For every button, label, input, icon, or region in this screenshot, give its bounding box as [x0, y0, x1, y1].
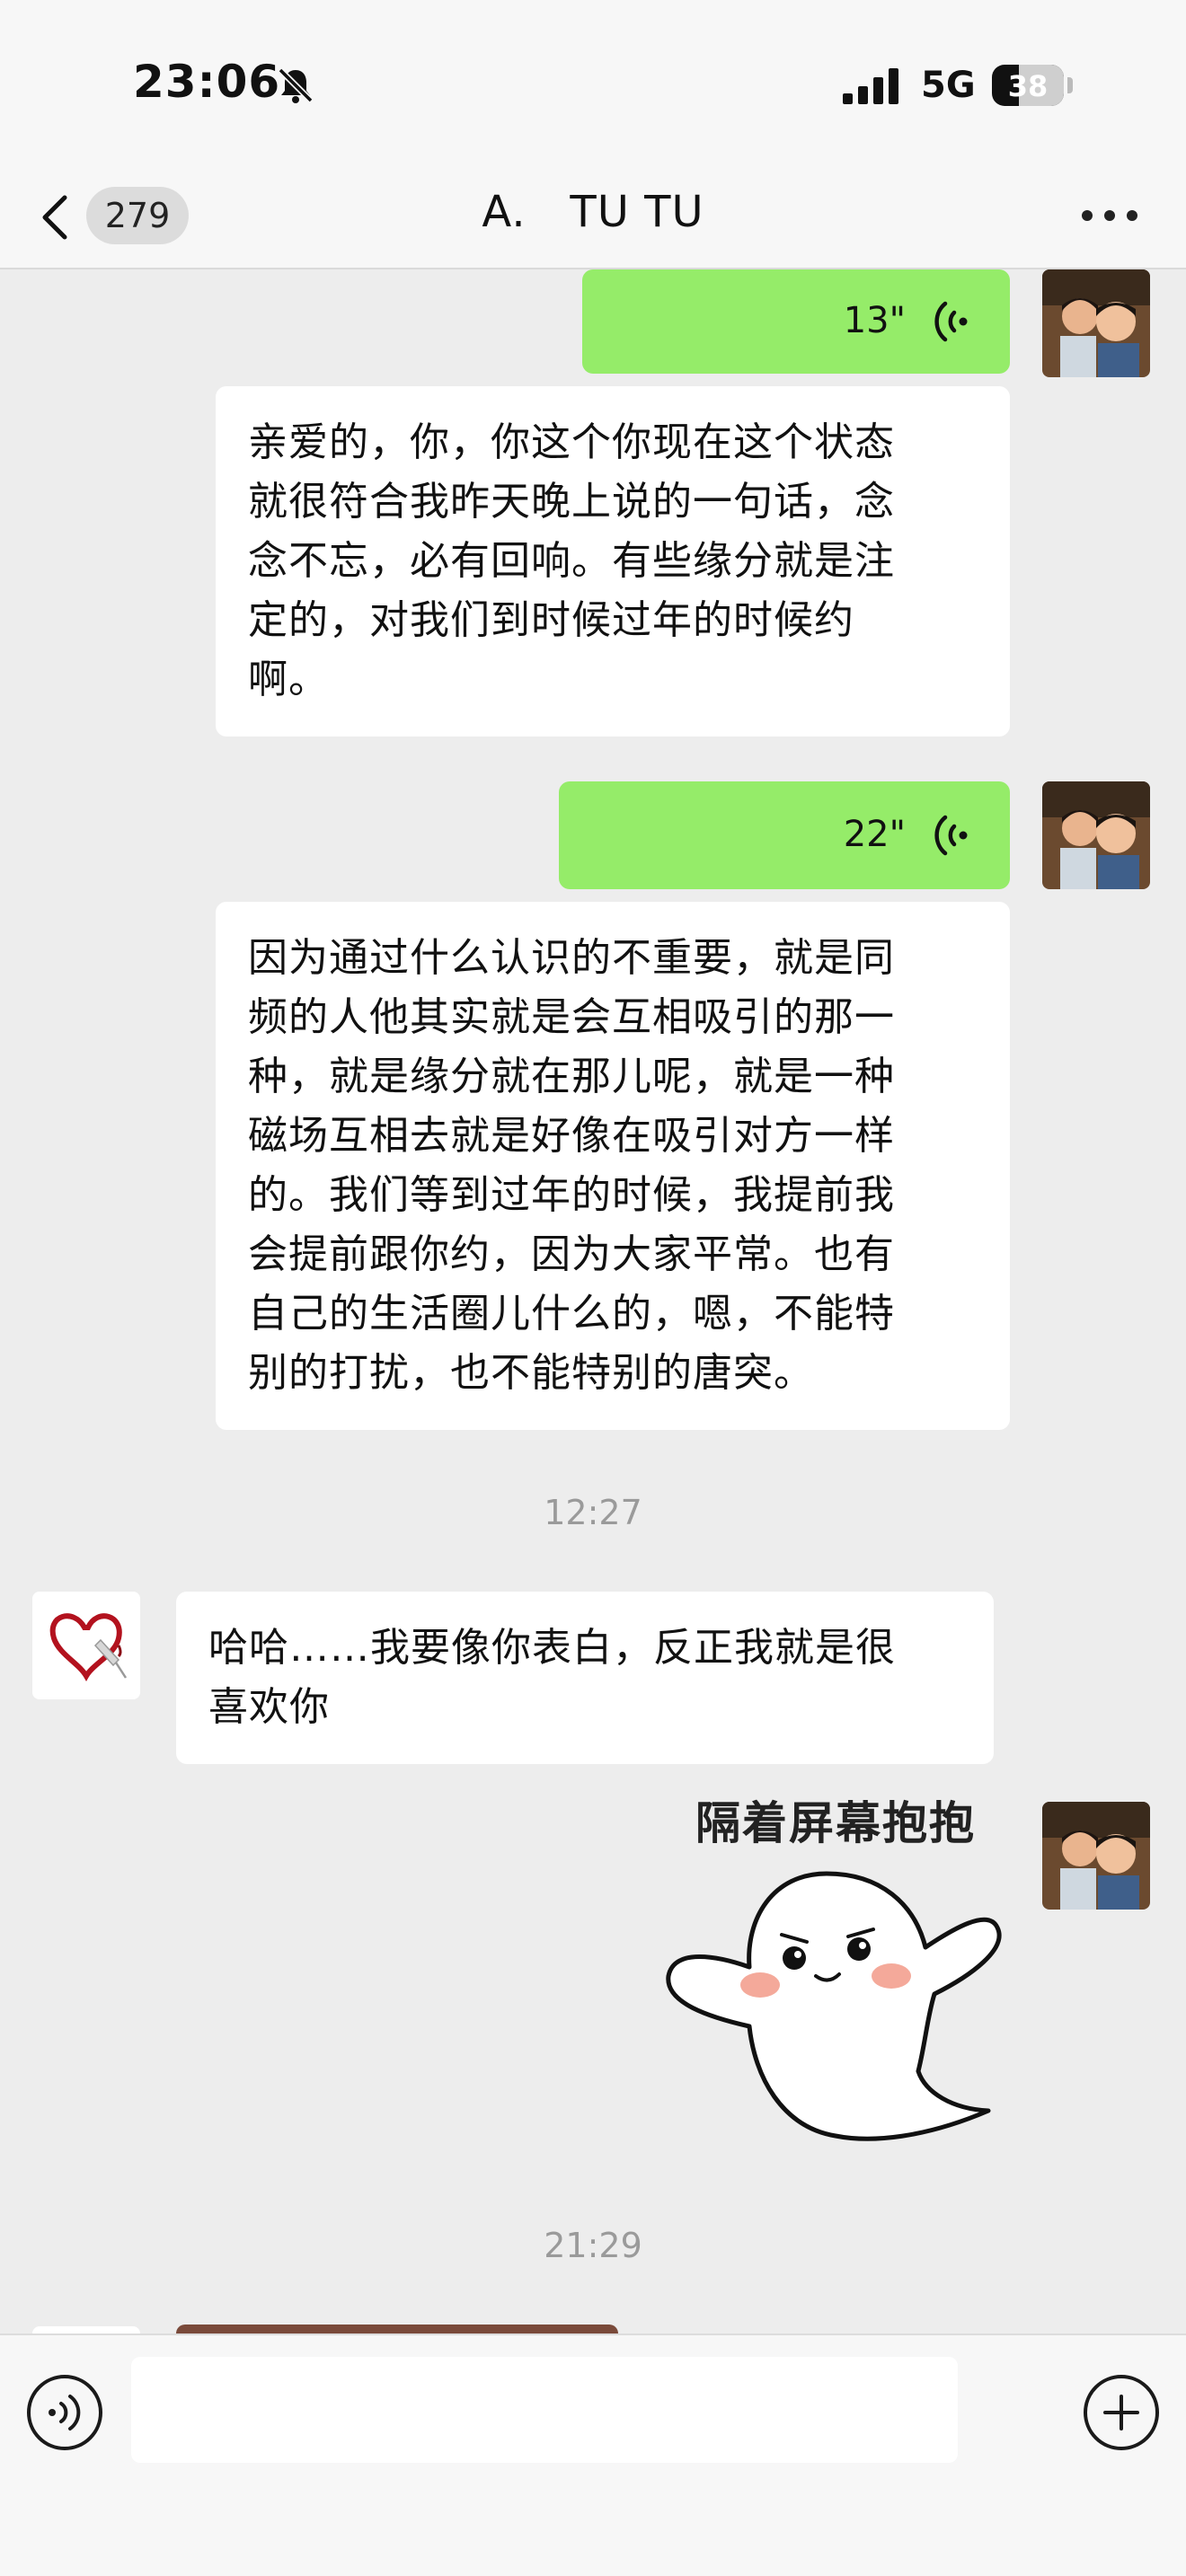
battery-indicator: 38	[992, 65, 1064, 106]
message-input[interactable]	[131, 2357, 958, 2463]
ghost-hug-icon	[666, 1871, 1002, 2141]
voice-input-icon	[49, 2395, 81, 2430]
message-bubble[interactable]: 因为通过什么认识的不重要，就是同 频的人他其实就是会互相吸引的那一 种，就是缘分…	[216, 902, 1010, 1430]
voice-input-button[interactable]	[27, 2375, 102, 2450]
input-bar	[0, 2333, 1186, 2576]
more-icon	[1082, 210, 1093, 221]
message-list[interactable]: 13" 亲爱的，你，你这个你现在这个状态 就很符合我昨天晚上说的一句话，念 念不…	[0, 269, 1186, 2333]
timestamp: 12:27	[544, 1493, 642, 1532]
avatar-photo	[1042, 781, 1150, 889]
back-button[interactable]: 279	[34, 181, 196, 250]
voice-duration: 13"	[843, 300, 906, 341]
voice-playback-icon	[934, 815, 968, 856]
partial-image-message[interactable]	[176, 2325, 618, 2333]
message-line: 因为通过什么认识的不重要，就是同	[248, 935, 895, 981]
my-avatar[interactable]	[1042, 781, 1150, 889]
message-line: 自己的生活圈儿什么的，嗯，不能特	[248, 1291, 895, 1337]
my-avatar[interactable]	[1042, 269, 1150, 377]
more-button[interactable]	[1078, 198, 1141, 234]
sticker-message[interactable]: 隔着屏幕抱抱	[656, 1787, 1015, 2183]
message-line: 会提前跟你约，因为大家平常。也有	[248, 1231, 895, 1277]
message-line: 啊。	[248, 657, 329, 702]
unread-count-badge: 279	[86, 187, 189, 244]
voice-message-bubble[interactable]: 13"	[582, 269, 1010, 374]
signal-icon	[843, 68, 898, 104]
message-line: 的。我们等到过年的时候，我提前我	[248, 1172, 895, 1218]
battery-level: 38	[1007, 69, 1049, 103]
chat-title: A. TU TU	[482, 187, 704, 237]
network-type: 5G	[921, 65, 976, 106]
message-line: 念不忘，必有回响。有些缘分就是注	[248, 538, 895, 584]
status-time: 23:06	[133, 56, 281, 108]
avatar-photo	[1042, 1802, 1150, 1910]
status-bar: 23:06 5G 38	[0, 0, 1186, 162]
message-line: 种，就是缘分就在那儿呢，就是一种	[248, 1054, 895, 1099]
contact-avatar[interactable]	[32, 1592, 140, 1699]
voice-playback-icon	[934, 301, 968, 342]
battery-cap	[1067, 77, 1073, 93]
message-line: 频的人他其实就是会互相吸引的那一	[248, 994, 895, 1040]
voice-duration: 22"	[843, 814, 906, 855]
heart-wine-avatar	[32, 1592, 140, 1699]
chat-header: 279 A. TU TU	[0, 162, 1186, 269]
timestamp: 21:29	[544, 2226, 642, 2265]
add-button[interactable]	[1084, 2375, 1159, 2450]
message-line: 就很符合我昨天晚上说的一句话，念	[248, 479, 895, 525]
message-line: 喜欢你	[208, 1684, 330, 1730]
message-line: 磁场互相去就是好像在吸引对方一样	[248, 1113, 895, 1159]
avatar-photo	[1042, 269, 1150, 377]
message-line: 别的打扰，也不能特别的唐突。	[248, 1350, 814, 1396]
message-line: 亲爱的，你，你这个你现在这个状态	[248, 419, 895, 465]
more-icon	[1127, 210, 1137, 221]
message-line: 定的，对我们到时候过年的时候约	[248, 597, 854, 643]
message-line: 哈哈……我要像你表白，反正我就是很	[208, 1625, 896, 1671]
more-icon	[1104, 210, 1115, 221]
my-avatar[interactable]	[1042, 1802, 1150, 1910]
chevron-left-icon	[42, 195, 67, 240]
bell-muted-icon	[278, 67, 314, 103]
partial-contact-avatar	[32, 2326, 140, 2333]
message-bubble[interactable]: 哈哈……我要像你表白，反正我就是很 喜欢你	[176, 1592, 994, 1764]
voice-message-bubble[interactable]: 22"	[559, 781, 1010, 889]
message-bubble[interactable]: 亲爱的，你，你这个你现在这个状态 就很符合我昨天晚上说的一句话，念 念不忘，必有…	[216, 386, 1010, 737]
